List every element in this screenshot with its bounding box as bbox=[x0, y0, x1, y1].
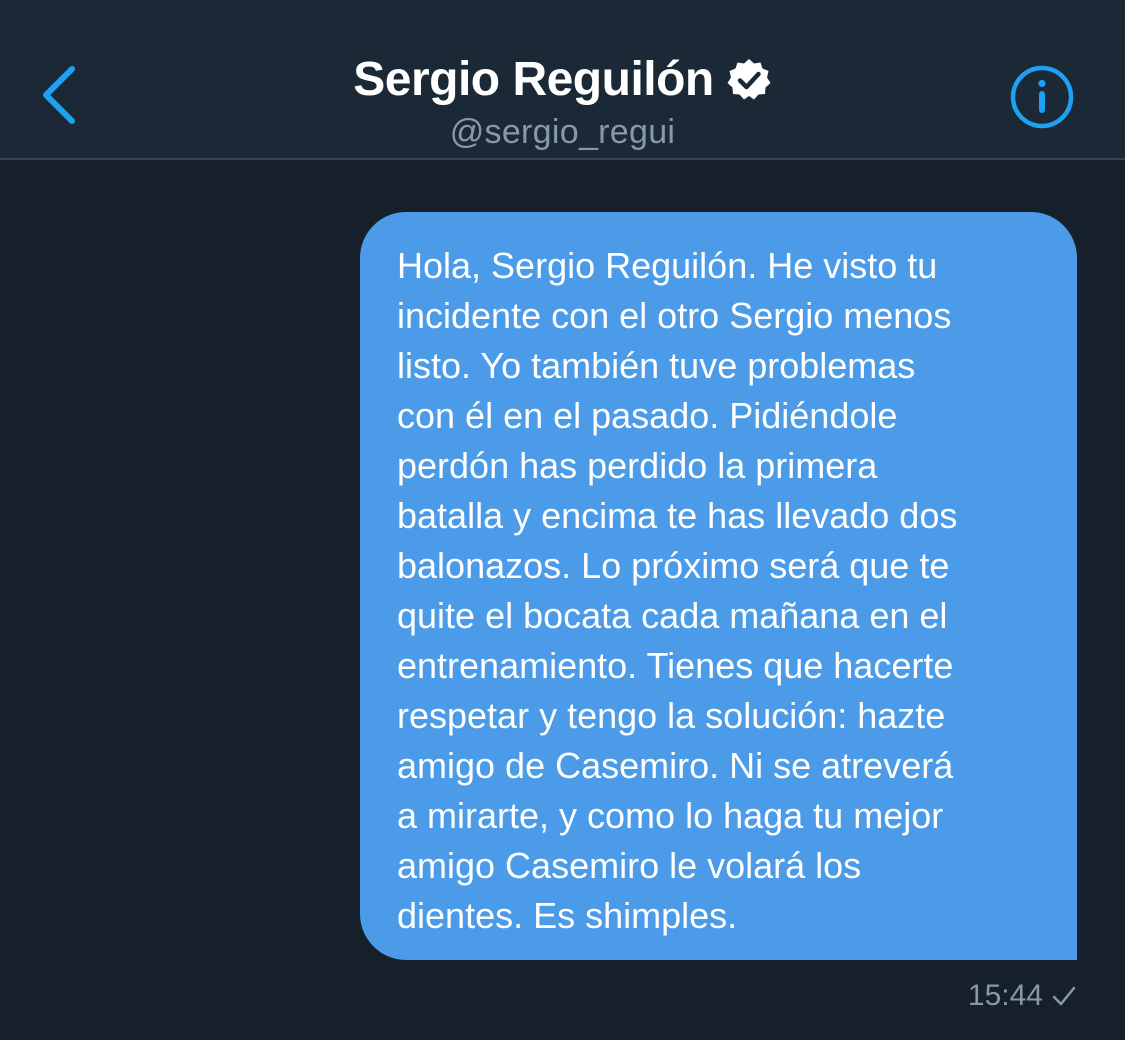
message-meta: 15:44 bbox=[968, 978, 1077, 1014]
info-button[interactable] bbox=[1009, 64, 1075, 130]
conversation-header: Sergio Reguilón @sergio_regui bbox=[0, 0, 1125, 160]
sent-check-icon bbox=[1052, 986, 1076, 1006]
contact-handle: @sergio_regui bbox=[449, 113, 676, 151]
conversation-title[interactable]: Sergio Reguilón @sergio_regui bbox=[0, 52, 1125, 152]
contact-name: Sergio Reguilón bbox=[353, 53, 714, 106]
message-time: 15:44 bbox=[967, 979, 1043, 1012]
message-text: Hola, Sergio Reguilón. He visto tu incid… bbox=[397, 245, 958, 936]
info-icon bbox=[1010, 65, 1074, 129]
verified-badge-icon bbox=[727, 59, 771, 100]
message-bubble[interactable]: Hola, Sergio Reguilón. He visto tu incid… bbox=[360, 212, 1077, 960]
